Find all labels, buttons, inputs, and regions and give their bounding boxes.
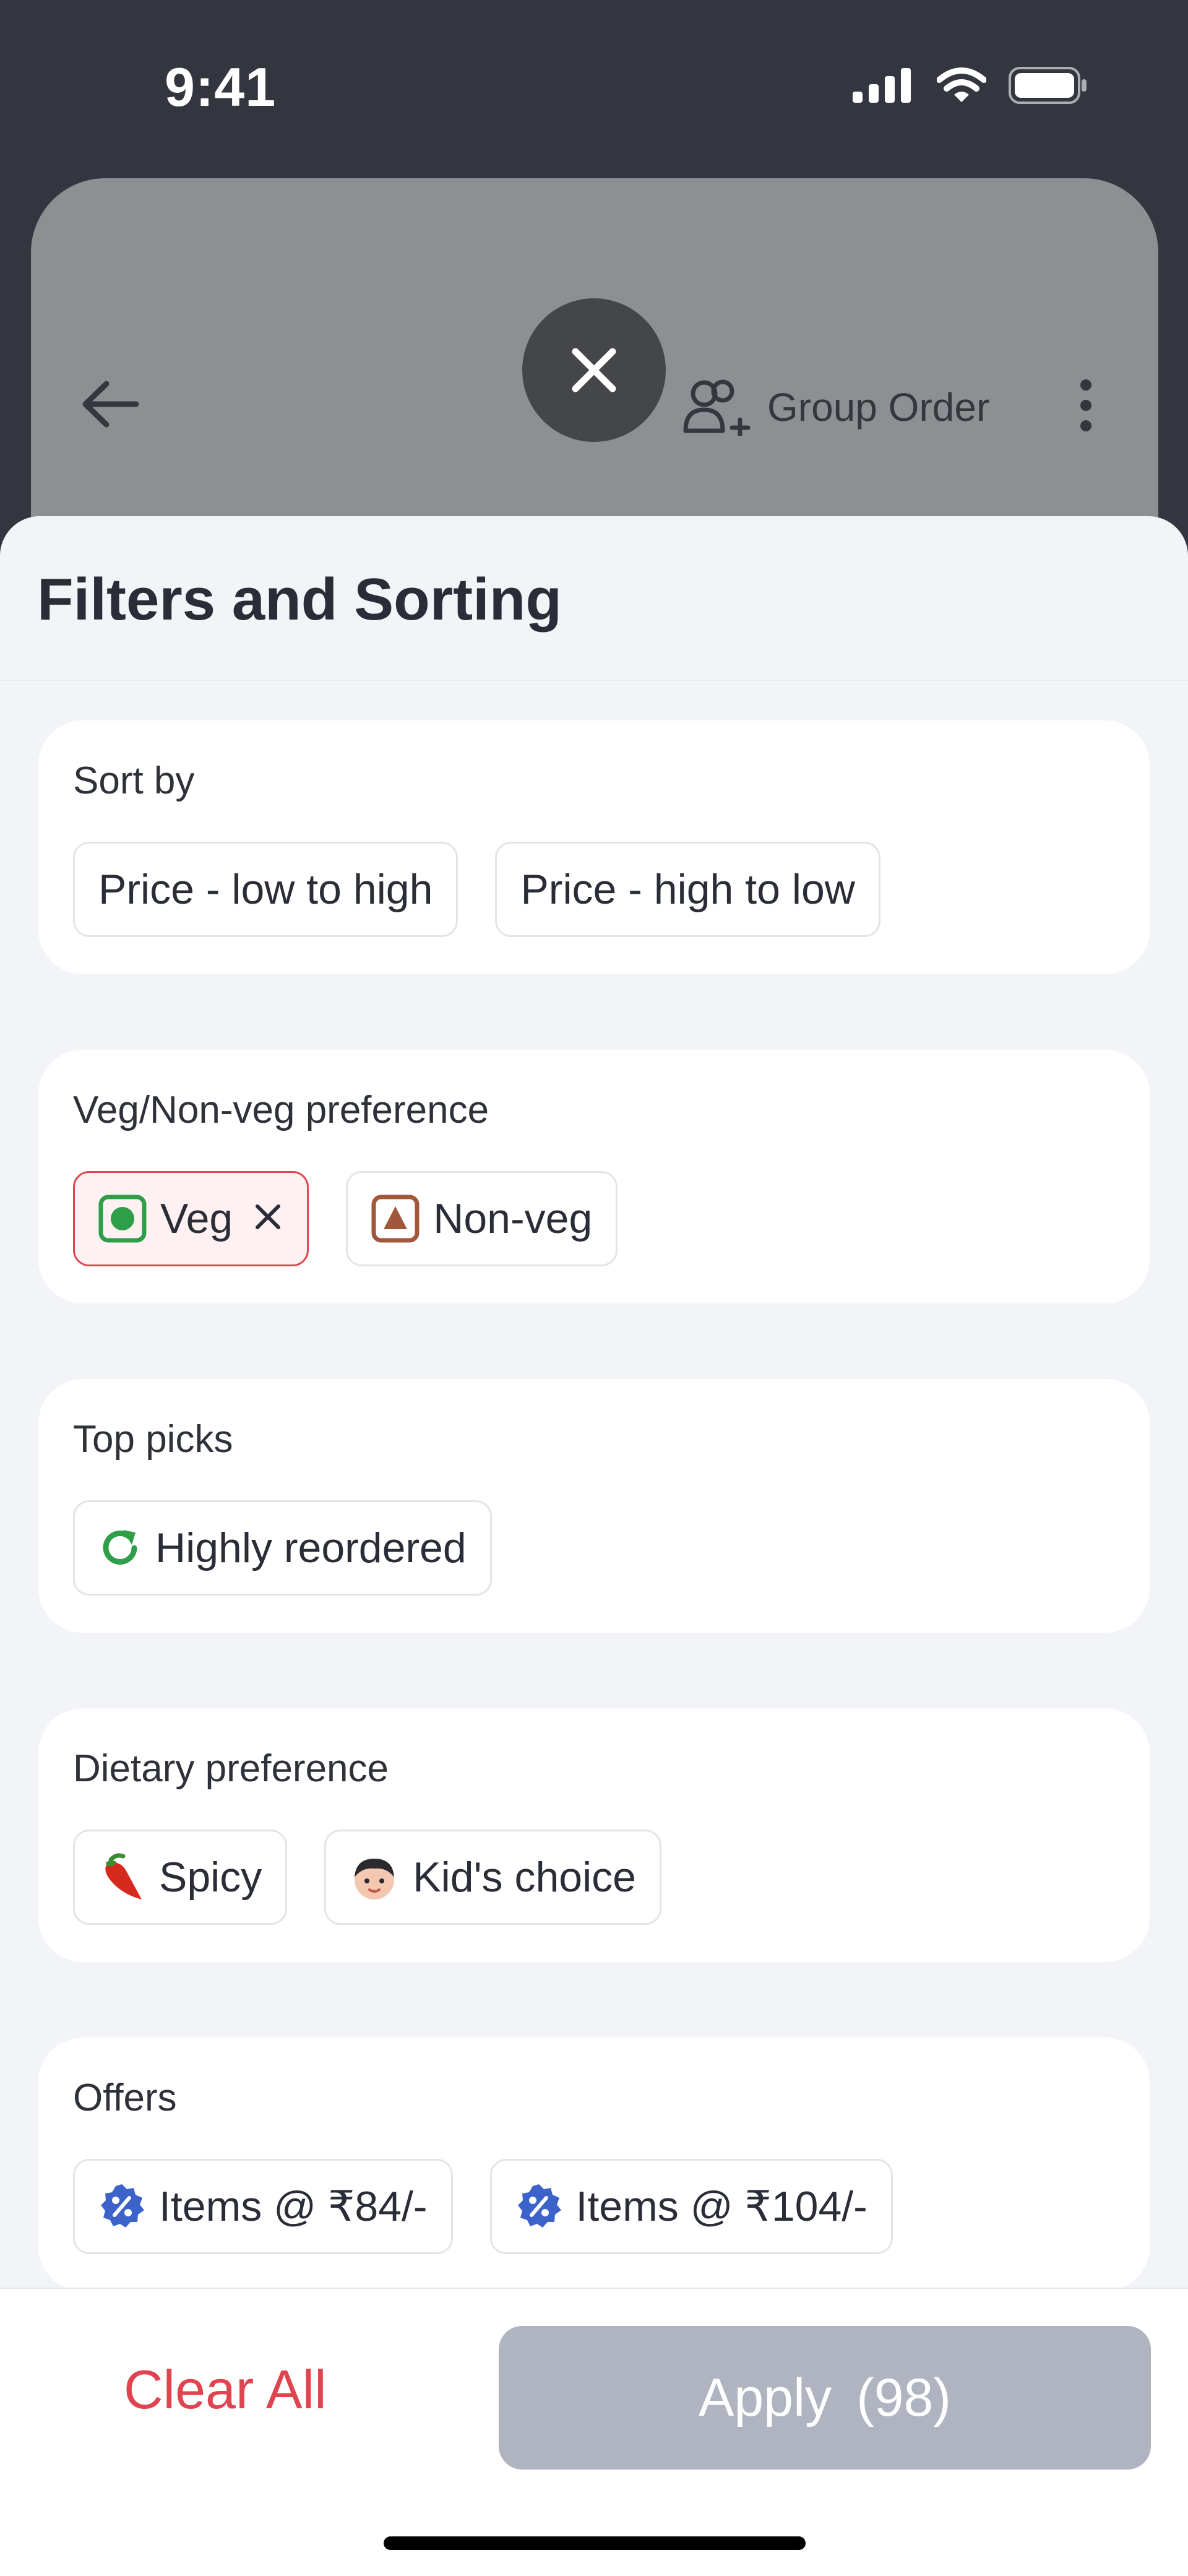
section-title: Sort by: [73, 759, 195, 802]
chip-label: Veg: [160, 1195, 233, 1242]
chili-icon: [105, 1853, 142, 1900]
chip-price-low-to-high[interactable]: Price - low to high: [73, 842, 458, 937]
chip-group: Items @ ₹84/- Items @ ₹104/-: [73, 2159, 893, 2254]
battery-icon: [1009, 67, 1087, 104]
section-title: Dietary preference: [73, 1747, 389, 1790]
close-icon: [572, 348, 616, 392]
group-add-icon: [683, 379, 751, 436]
chip-non-veg[interactable]: Non-veg: [346, 1171, 618, 1266]
more-options-icon[interactable]: [1077, 378, 1095, 436]
apply-count: (98): [856, 2367, 952, 2427]
section-veg-preference: Veg/Non-veg preference Veg Non-veg: [38, 1050, 1150, 1303]
discount-badge-icon: [517, 2184, 561, 2228]
wifi-icon: [937, 67, 986, 102]
apply-button[interactable]: Apply (98): [499, 2326, 1151, 2470]
sheet-footer: Clear All Apply (98): [0, 2288, 1188, 2576]
reorder-icon: [103, 1530, 137, 1565]
chip-items-84[interactable]: Items @ ₹84/-: [73, 2159, 453, 2254]
status-icons: [853, 67, 1089, 104]
section-title: Top picks: [73, 1418, 233, 1461]
chip-label: Kid's choice: [413, 1854, 636, 1901]
chip-group: Price - low to high Price - high to low: [73, 842, 880, 937]
back-arrow-icon[interactable]: [79, 376, 141, 435]
chip-label: Spicy: [159, 1854, 262, 1901]
chip-group: Highly reordered: [73, 1500, 492, 1596]
group-order-button[interactable]: Group Order: [683, 379, 989, 436]
chip-label: Price - low to high: [98, 866, 433, 913]
chip-veg[interactable]: Veg: [73, 1171, 309, 1266]
filters-bottom-sheet: Filters and Sorting Sort by Price - low …: [0, 516, 1188, 2576]
close-sheet-button[interactable]: [522, 298, 666, 442]
discount-badge-icon: [101, 2184, 144, 2228]
status-time: 9:41: [165, 56, 277, 118]
section-offers: Offers Items @ ₹84/- Items @ ₹104/-: [38, 2038, 1150, 2291]
section-top-picks: Top picks Highly reordered: [38, 1379, 1150, 1633]
chip-items-104[interactable]: Items @ ₹104/-: [489, 2159, 893, 2254]
chip-label: Price - high to low: [520, 866, 855, 913]
chip-group: Veg Non-veg: [73, 1171, 618, 1266]
section-dietary-preference: Dietary preference Spicy Kid's choice: [38, 1708, 1150, 1962]
chip-label: Items @ ₹84/-: [159, 2182, 428, 2230]
kid-face-icon: [355, 1859, 395, 1900]
chip-label: Items @ ₹104/-: [575, 2182, 867, 2230]
section-sort-by: Sort by Price - low to high Price - high…: [38, 720, 1150, 974]
chip-highly-reordered[interactable]: Highly reordered: [73, 1500, 492, 1596]
signal-icon: [853, 68, 911, 103]
chip-group: Spicy Kid's choice: [73, 1830, 661, 1925]
nonveg-icon: [371, 1195, 420, 1243]
remove-filter-icon[interactable]: [252, 1196, 283, 1242]
veg-icon: [98, 1195, 147, 1243]
home-indicator: [384, 2536, 806, 2550]
section-title: Offers: [73, 2077, 177, 2119]
sheet-header: Filters and Sorting: [0, 516, 1188, 681]
status-bar: 9:41: [0, 0, 1188, 173]
group-order-label: Group Order: [767, 385, 990, 430]
clear-all-button[interactable]: Clear All: [124, 2358, 327, 2421]
chip-spicy[interactable]: Spicy: [73, 1830, 288, 1925]
apply-label: Apply: [698, 2367, 832, 2427]
chip-label: Highly reordered: [155, 1524, 467, 1571]
chip-label: Non-veg: [433, 1195, 593, 1242]
sheet-title: Filters and Sorting: [37, 566, 562, 633]
chip-kids-choice[interactable]: Kid's choice: [324, 1830, 661, 1925]
chip-price-high-to-low[interactable]: Price - high to low: [495, 842, 880, 937]
section-title: Veg/Non-veg preference: [73, 1089, 489, 1131]
